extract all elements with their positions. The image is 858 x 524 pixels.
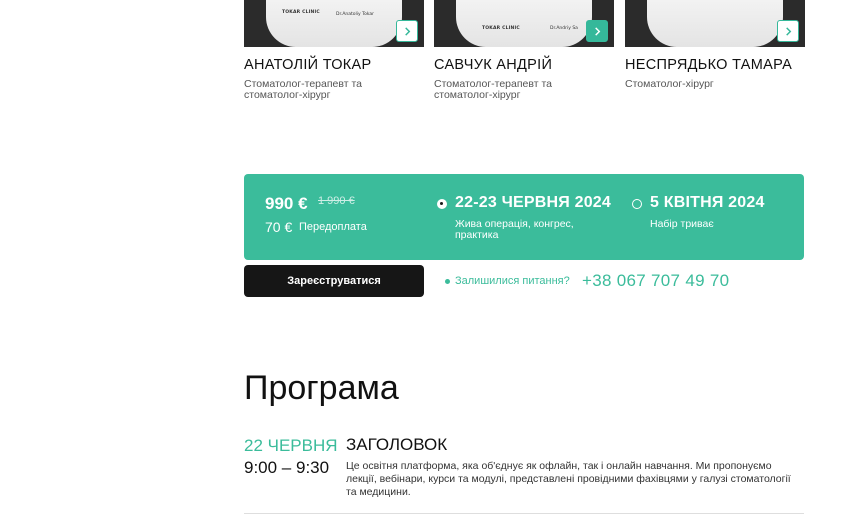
program-item-time: 9:00 – 9:30 xyxy=(244,458,330,477)
speaker-role: Стоматолог-терапевт та стоматолог-хірург xyxy=(434,78,552,101)
prepayment-label: Передоплата xyxy=(299,221,367,233)
chevron-right-icon xyxy=(404,26,410,36)
speaker-photo: TOKAR CLINIC Dr.Anatoliy Tokar xyxy=(244,0,424,47)
bullet-dot xyxy=(445,279,450,284)
date-option-title-june[interactable]: 22-23 ЧЕРВНЯ 2024 xyxy=(455,194,611,212)
speaker-next-button[interactable] xyxy=(777,20,799,42)
speaker-next-button[interactable] xyxy=(586,20,608,42)
date-option-radio-june[interactable] xyxy=(437,199,447,209)
program-item-heading: ЗАГОЛОВОК xyxy=(346,435,448,454)
price: 990 € xyxy=(265,194,308,213)
shirt-logo: TOKAR CLINIC xyxy=(482,26,520,31)
questions-link[interactable]: Залишилися питання? xyxy=(455,275,570,287)
chevron-right-icon xyxy=(594,26,600,36)
program-item-description: Це освітня платформа, яка об'єднує як оф… xyxy=(346,460,791,498)
old-price: 1 990 € xyxy=(318,195,355,207)
shirt-shape xyxy=(456,0,592,47)
program-title: Програма xyxy=(244,369,399,407)
program-item-date: 22 ЧЕРВНЯ xyxy=(244,436,338,455)
speaker-photo: TOKAR CLINIC Dr.Andriy Sa xyxy=(434,0,614,47)
speaker-card[interactable]: TOKAR CLINIC Dr.Anatoliy Tokar АНАТОЛІЙ … xyxy=(244,0,424,101)
shirt-logo: TOKAR CLINIC xyxy=(282,10,320,15)
speaker-name: САВЧУК АНДРІЙ xyxy=(434,57,553,73)
speaker-role: Стоматолог-терапевт та стоматолог-хірург xyxy=(244,78,362,101)
date-option-radio-april[interactable] xyxy=(632,199,642,209)
prepayment-amount: 70 € xyxy=(265,219,293,235)
pricing-card: 990 € 1 990 € 70 € Передоплата 22-23 ЧЕР… xyxy=(244,174,804,260)
divider xyxy=(244,513,804,514)
speaker-photo xyxy=(625,0,805,47)
date-option-subtitle-april: Набір триває xyxy=(650,218,714,230)
speakers-section: TOKAR CLINIC Dr.Anatoliy Tokar АНАТОЛІЙ … xyxy=(244,0,805,110)
date-option-subtitle-june: Жива операція, конгрес, практика xyxy=(455,218,574,241)
chevron-right-icon xyxy=(785,26,791,36)
speaker-name: АНАТОЛІЙ ТОКАР xyxy=(244,57,372,73)
shirt-name-tag: Dr.Anatoliy Tokar xyxy=(336,12,375,17)
speaker-card[interactable]: НЕСПРЯДЬКО ТАМАРА Стоматолог-хірург xyxy=(625,0,805,90)
speaker-name: НЕСПРЯДЬКО ТАМАРА xyxy=(625,57,793,73)
shirt-name-tag: Dr.Andriy Sa xyxy=(550,26,578,31)
speaker-role: Стоматолог-хірург xyxy=(625,78,714,90)
date-option-title-april[interactable]: 5 КВІТНЯ 2024 xyxy=(650,194,765,212)
speaker-next-button[interactable] xyxy=(396,20,418,42)
register-button[interactable]: Зареєструватися xyxy=(244,265,424,297)
shirt-shape xyxy=(647,0,783,47)
phone-link[interactable]: +38 067 707 49 70 xyxy=(582,271,729,291)
shirt-shape xyxy=(266,0,402,47)
speaker-card[interactable]: TOKAR CLINIC Dr.Andriy Sa САВЧУК АНДРІЙ … xyxy=(434,0,614,101)
